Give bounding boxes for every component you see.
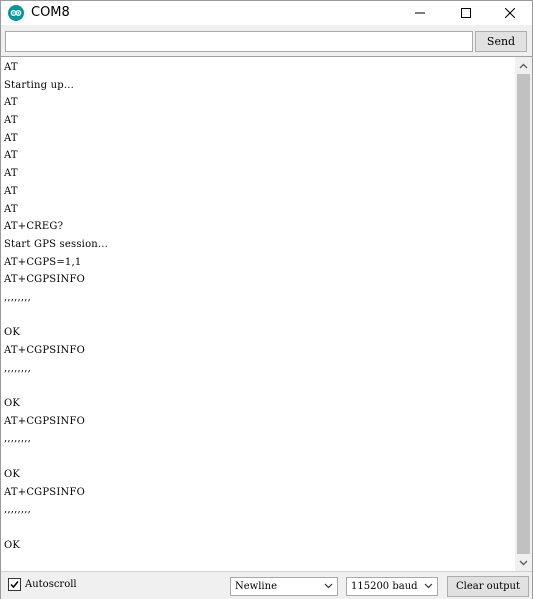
output-line: AT+CGPSINFO xyxy=(4,345,85,356)
minimize-button[interactable] xyxy=(397,1,443,25)
output-line: Start GPS session... xyxy=(4,238,109,250)
output-line: AT+CGPSINFO xyxy=(4,415,85,427)
output-line xyxy=(4,519,108,537)
output-line: ,,,,,,,, xyxy=(4,433,32,445)
serial-output[interactable]: AT Starting up... AT AT AT AT AT AT AT AT+CREG? St… xyxy=(1,56,515,571)
serial-input[interactable] xyxy=(5,31,473,52)
line-ending-value: Newline xyxy=(235,581,277,592)
output-line: AT xyxy=(4,168,18,180)
scroll-up-button[interactable] xyxy=(515,57,532,74)
window-title: COM8 xyxy=(31,5,70,20)
output-line: ,,,,,,,, xyxy=(4,291,32,303)
baud-rate-select[interactable]: 115200 baud xyxy=(346,577,438,596)
output-line: OK xyxy=(4,398,21,410)
output-line xyxy=(4,377,108,395)
output-line: AT xyxy=(4,62,18,73)
chevron-down-icon xyxy=(324,583,333,589)
baud-rate-value: 115200 baud xyxy=(351,581,418,592)
output-line: OK xyxy=(4,539,21,551)
autoscroll-toggle[interactable]: Autoscroll xyxy=(8,578,77,591)
output-line: OK xyxy=(4,327,21,339)
autoscroll-checkbox[interactable] xyxy=(8,578,21,591)
checkmark-icon xyxy=(10,581,19,589)
output-line: AT xyxy=(4,97,18,109)
output-line: Starting up... xyxy=(4,79,75,91)
chevron-down-icon xyxy=(519,560,528,565)
serial-monitor-window: COM8 Send AT Starting up... AT AT AT AT AT AT AT… xyxy=(0,0,533,599)
output-line: OK xyxy=(4,468,21,480)
output-line: AT+CGPSINFO xyxy=(4,274,85,286)
output-line xyxy=(4,448,108,466)
output-line: AT+CREG? xyxy=(4,221,64,233)
output-line: AT xyxy=(4,150,18,162)
clear-output-button[interactable]: Clear output xyxy=(447,576,529,597)
minimize-icon xyxy=(415,12,425,14)
maximize-button[interactable] xyxy=(443,1,489,25)
output-line: AT xyxy=(4,115,18,127)
close-button[interactable] xyxy=(487,1,533,25)
output-lines: AT Starting up... AT AT AT AT AT AT AT AT+CREG? St… xyxy=(4,59,108,554)
send-bar: Send xyxy=(1,27,532,55)
chevron-up-icon xyxy=(519,63,528,68)
autoscroll-label: Autoscroll xyxy=(25,579,77,590)
line-ending-select[interactable]: Newline xyxy=(230,577,338,596)
arduino-icon xyxy=(8,5,24,21)
output-line: AT xyxy=(4,132,18,144)
bottom-bar: Autoscroll Newline 115200 baud Clear out… xyxy=(1,571,532,599)
close-icon xyxy=(505,8,515,18)
output-line: AT xyxy=(4,203,18,215)
output-line: ,,,,,,,, xyxy=(4,362,32,374)
send-button[interactable]: Send xyxy=(475,31,527,52)
output-line: AT+CGPSINFO xyxy=(4,486,85,498)
chevron-down-icon xyxy=(424,583,433,589)
output-line: ,,,,,,,, xyxy=(4,504,32,516)
maximize-icon xyxy=(461,8,471,18)
output-line: AT+CGPS=1,1 xyxy=(4,256,82,268)
vertical-scrollbar[interactable] xyxy=(515,56,532,571)
scroll-thumb[interactable] xyxy=(517,74,530,554)
scroll-down-button[interactable] xyxy=(515,554,532,571)
output-line: AT xyxy=(4,185,18,197)
title-bar[interactable]: COM8 xyxy=(1,1,532,25)
output-line xyxy=(4,307,108,325)
